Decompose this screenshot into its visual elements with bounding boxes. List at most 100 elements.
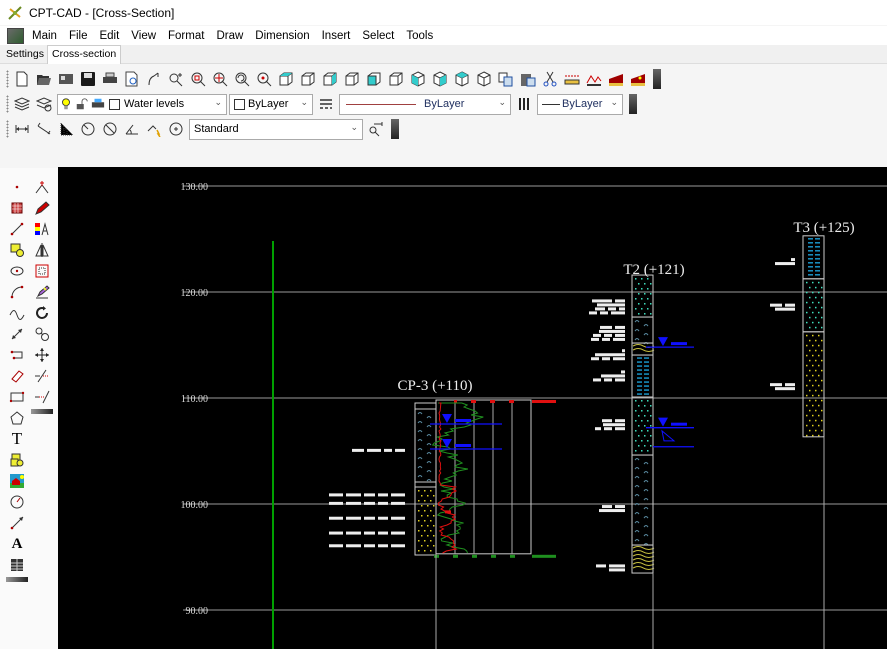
view-bottom-icon[interactable] — [299, 70, 317, 88]
dim-angular-icon[interactable] — [123, 120, 141, 138]
open-icon[interactable] — [35, 70, 53, 88]
toolbar-options-button[interactable] — [31, 409, 53, 414]
cut-icon[interactable] — [541, 70, 559, 88]
tab-cross-section[interactable]: Cross-section — [47, 45, 122, 64]
drawing-canvas[interactable]: 130.00 120.00 110.00 100.00 90.00 CP-3 (+110… — [58, 167, 887, 649]
menu-insert[interactable]: Insert — [316, 30, 357, 42]
polyline-icon[interactable] — [8, 346, 26, 364]
save-icon[interactable] — [79, 70, 97, 88]
toolbar-grip[interactable] — [6, 70, 9, 88]
edit-text-icon[interactable] — [33, 283, 51, 301]
menu-view[interactable]: View — [125, 30, 162, 42]
polygon-icon[interactable] — [8, 409, 26, 427]
rotate-icon[interactable] — [33, 304, 51, 322]
iso-nw-icon[interactable] — [475, 70, 493, 88]
toolbar-options-button[interactable] — [629, 94, 637, 114]
rectangle-icon[interactable] — [8, 388, 26, 406]
color-dropdown[interactable]: ByLayer ⌄ — [229, 93, 313, 115]
circle-tool-icon[interactable] — [8, 493, 26, 511]
view-front-icon[interactable] — [365, 70, 383, 88]
layer-states-icon[interactable] — [35, 95, 53, 113]
linetype-dropdown[interactable]: ByLayer ⌄ — [339, 93, 511, 115]
toolbar-grip[interactable] — [6, 120, 9, 138]
pencil-icon[interactable] — [33, 199, 51, 217]
text-icon[interactable]: T — [8, 429, 26, 448]
zoom-realtime-icon[interactable] — [167, 70, 185, 88]
dim-aligned-icon[interactable] — [35, 120, 53, 138]
block-icon[interactable] — [8, 451, 26, 469]
spline-icon[interactable] — [8, 304, 26, 322]
pan-realtime-icon[interactable] — [145, 70, 163, 88]
menu-file[interactable]: File — [63, 30, 94, 42]
profile-icon[interactable] — [585, 70, 603, 88]
view-left-icon[interactable] — [321, 70, 339, 88]
menu-edit[interactable]: Edit — [93, 30, 125, 42]
trim-icon[interactable] — [33, 367, 51, 385]
menu-main[interactable]: Main — [26, 30, 63, 42]
mtext-icon[interactable]: A — [8, 535, 26, 553]
import-icon[interactable] — [57, 70, 75, 88]
linetype-icon[interactable] — [317, 95, 335, 113]
section-marker-icon[interactable] — [629, 70, 647, 88]
cross-section-drawing[interactable]: 130.00 120.00 110.00 100.00 90.00 CP-3 (+110… — [58, 167, 887, 649]
iso-ne-icon[interactable] — [453, 70, 471, 88]
eraser-icon[interactable] — [8, 367, 26, 385]
line-icon[interactable] — [8, 220, 26, 238]
table-icon[interactable] — [8, 556, 26, 574]
dimension-line-icon[interactable] — [8, 325, 26, 343]
toolbar-options-button[interactable] — [391, 119, 399, 139]
view-back-icon[interactable] — [387, 70, 405, 88]
layer-manager-icon[interactable] — [13, 95, 31, 113]
view-right-icon[interactable] — [343, 70, 361, 88]
image-icon[interactable] — [8, 472, 26, 490]
new-icon[interactable] — [13, 70, 31, 88]
menu-format[interactable]: Format — [162, 30, 210, 42]
lineweight-icon[interactable] — [515, 95, 533, 113]
layer-dropdown[interactable]: Water levels ⌄ — [57, 93, 227, 115]
dim-ordinate-icon[interactable] — [57, 120, 75, 138]
copy-icon[interactable] — [497, 70, 515, 88]
paste-icon[interactable] — [519, 70, 537, 88]
zoom-pan-icon[interactable] — [211, 70, 229, 88]
tab-settings[interactable]: Settings — [2, 46, 48, 62]
ellipse-icon[interactable] — [8, 262, 26, 280]
iso-se-icon[interactable] — [431, 70, 449, 88]
layer-colors-icon[interactable] — [33, 220, 51, 238]
snap-icon[interactable] — [33, 178, 51, 196]
toolbar-options-button[interactable] — [6, 577, 28, 582]
move-icon[interactable] — [33, 346, 51, 364]
region-icon[interactable] — [8, 241, 26, 259]
extend-icon[interactable] — [33, 388, 51, 406]
menu-select[interactable]: Select — [356, 30, 400, 42]
main-menu-icon[interactable] — [7, 28, 24, 44]
dimension-style-dropdown[interactable]: Standard ⌄ — [189, 118, 363, 140]
menu-dimension[interactable]: Dimension — [249, 30, 315, 42]
arc-icon[interactable] — [8, 283, 26, 301]
print-preview-icon[interactable] — [123, 70, 141, 88]
section-icon[interactable] — [607, 70, 625, 88]
ruler-icon[interactable] — [563, 70, 581, 88]
lineweight-dropdown[interactable]: ByLayer ⌄ — [537, 93, 623, 115]
mirror-icon[interactable] — [33, 241, 51, 259]
print-icon[interactable] — [101, 70, 119, 88]
iso-sw-icon[interactable] — [409, 70, 427, 88]
scale-icon[interactable] — [33, 325, 51, 343]
toolbar-options-button[interactable] — [653, 69, 661, 89]
point-icon[interactable] — [8, 178, 26, 196]
dim-radius-icon[interactable] — [79, 120, 97, 138]
menu-tools[interactable]: Tools — [400, 30, 439, 42]
zoom-previous-icon[interactable] — [233, 70, 251, 88]
hatch-icon[interactable] — [8, 199, 26, 217]
zoom-window-icon[interactable] — [189, 70, 207, 88]
menu-draw[interactable]: Draw — [210, 30, 249, 42]
dim-linear-icon[interactable] — [13, 120, 31, 138]
view-top-icon[interactable] — [277, 70, 295, 88]
center-mark-icon[interactable] — [167, 120, 185, 138]
ray-icon[interactable] — [8, 514, 26, 532]
toolbar-grip[interactable] — [6, 95, 9, 113]
offset-icon[interactable] — [33, 262, 51, 280]
zoom-center-icon[interactable] — [255, 70, 273, 88]
leader-icon[interactable] — [145, 120, 163, 138]
dim-diameter-icon[interactable] — [101, 120, 119, 138]
dimension-style-manager-icon[interactable] — [367, 120, 385, 138]
